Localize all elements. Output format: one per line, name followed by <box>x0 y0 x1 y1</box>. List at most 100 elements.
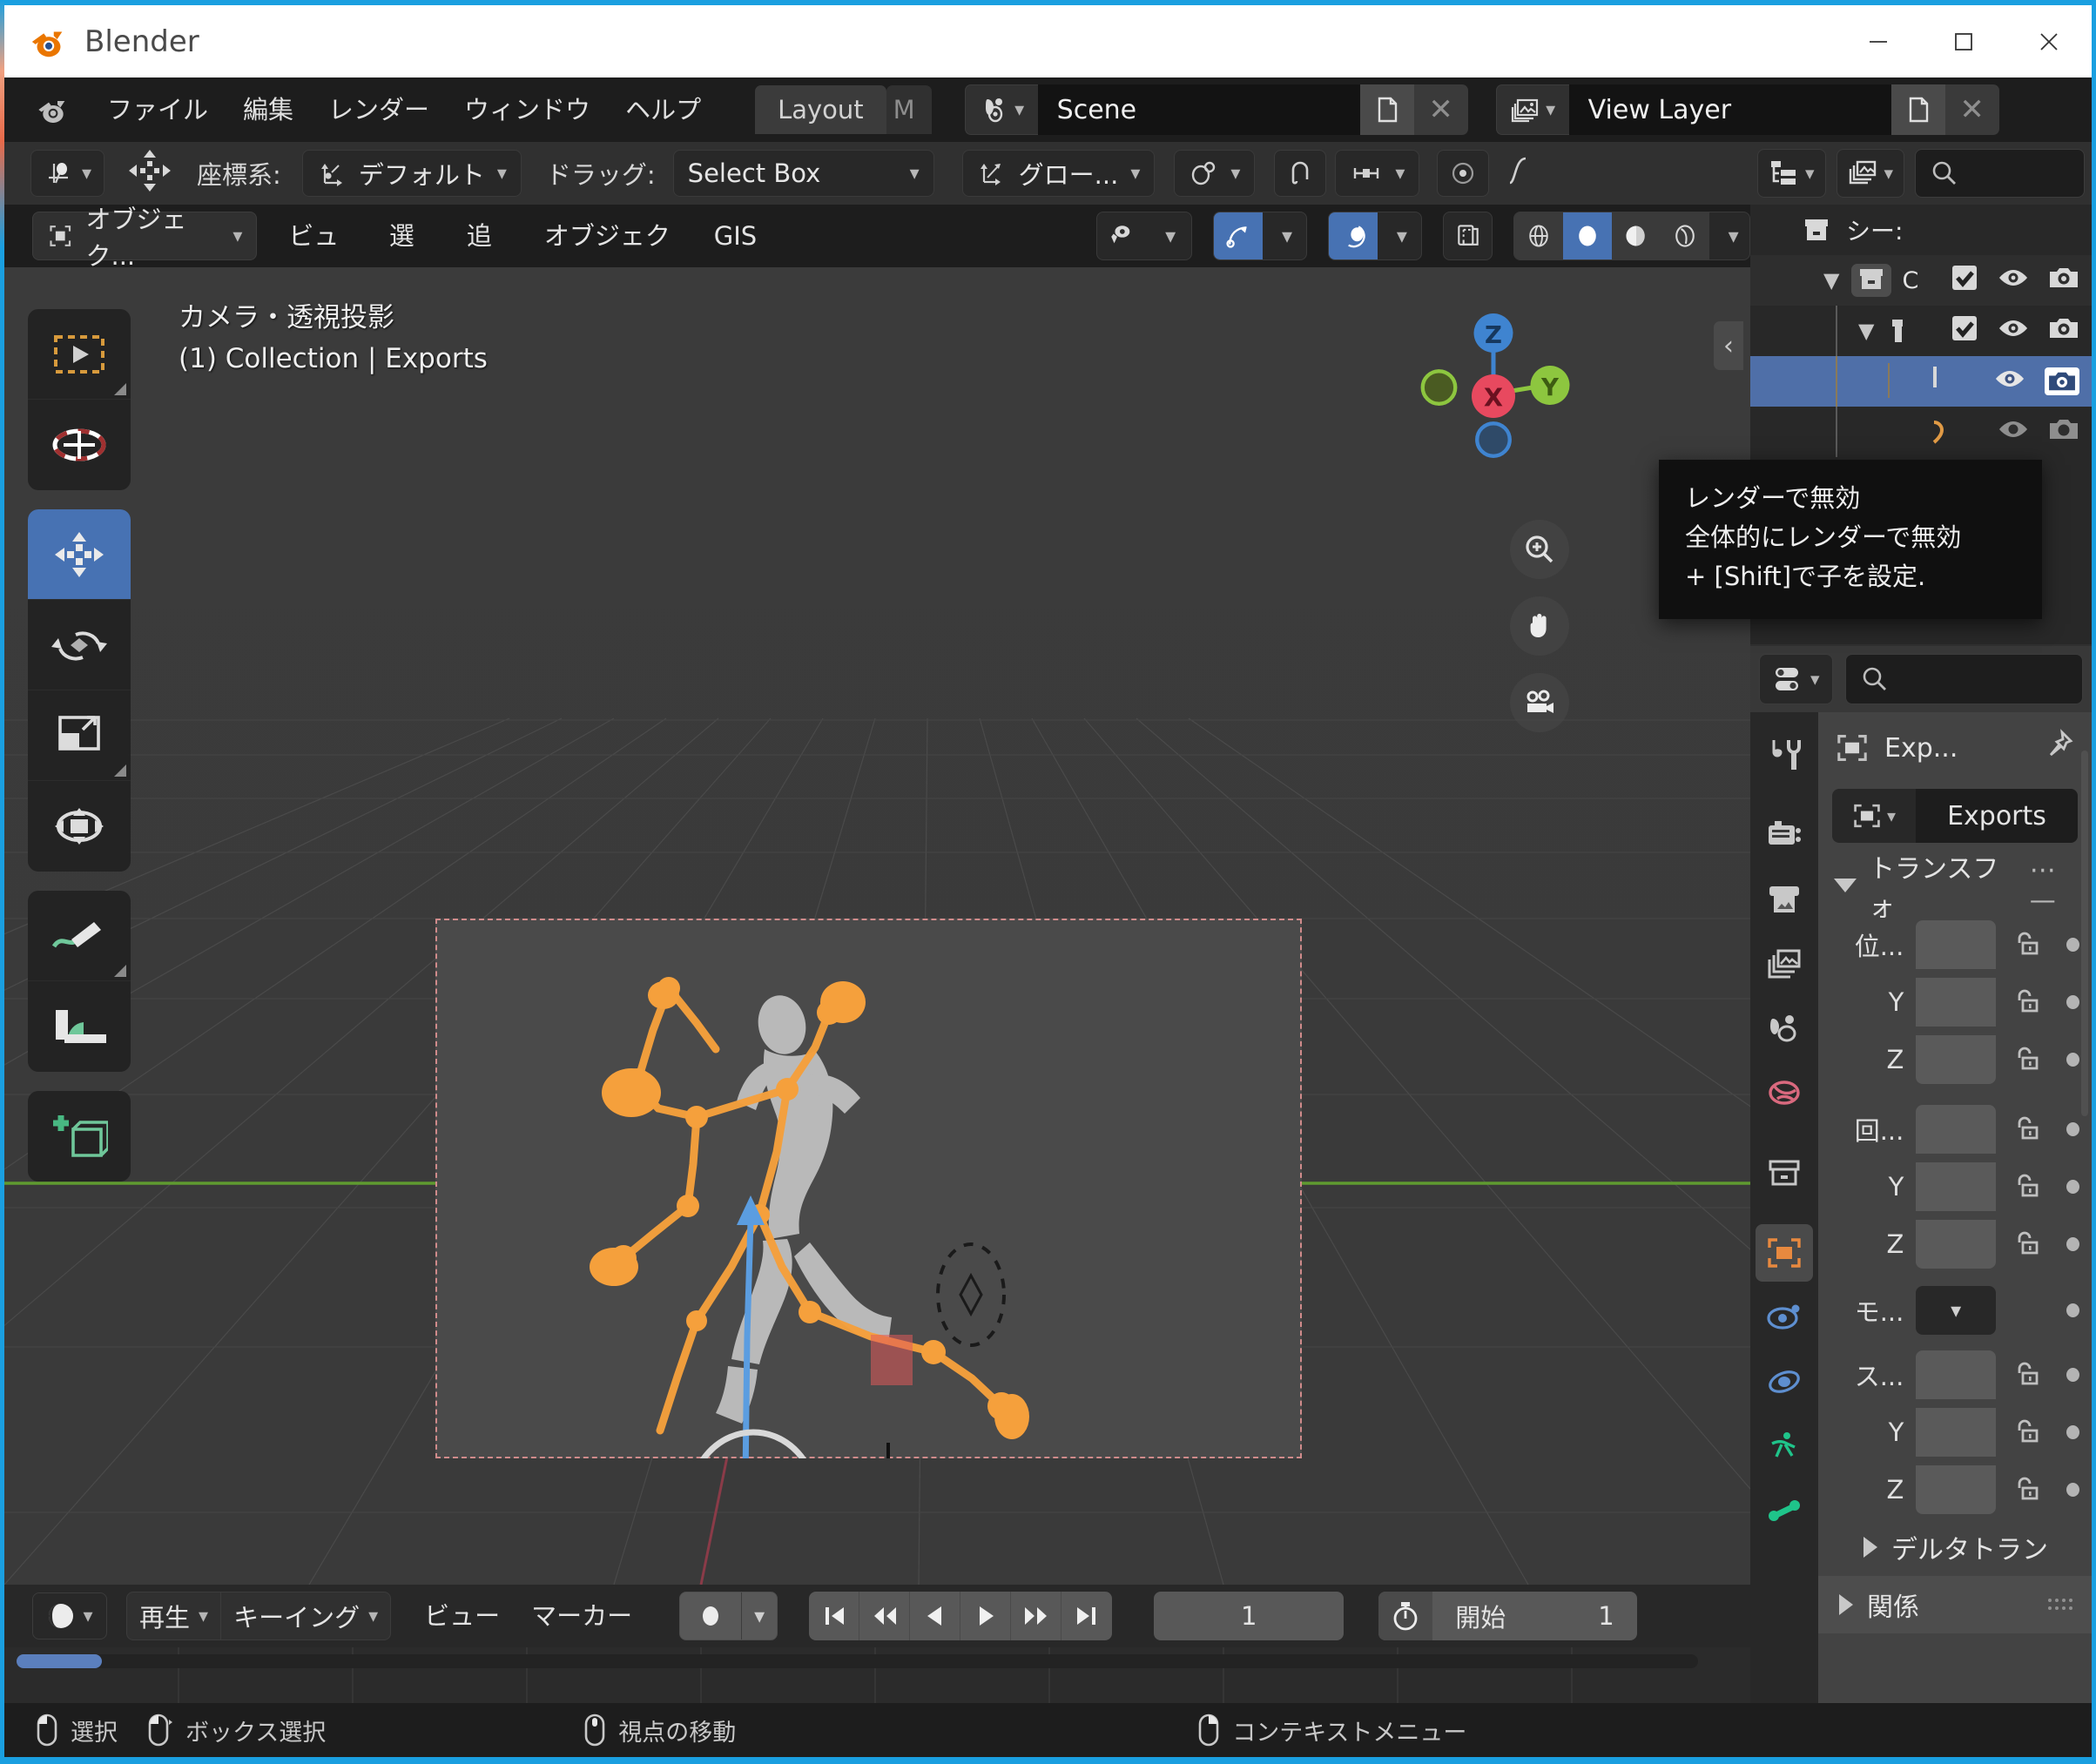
3d-viewport[interactable]: カメラ・透視投影 (1) Collection | Exports Z X Y … <box>4 267 1750 1585</box>
timeline-editor-type-button[interactable]: ▾ <box>32 1592 107 1639</box>
rotate-tool[interactable] <box>28 600 131 690</box>
transform-row-location-z[interactable]: Z <box>1818 1031 2092 1088</box>
outliner-row-scene-collection[interactable]: シー: <box>1750 205 2092 255</box>
xray-icon[interactable] <box>1444 212 1492 259</box>
disclosure-triangle-icon[interactable] <box>1834 879 1857 892</box>
visibility-icon[interactable] <box>1097 212 1146 259</box>
timeline-scrollbar-handle[interactable] <box>17 1654 102 1668</box>
physics-tab[interactable] <box>1756 1353 1813 1411</box>
proportional-edit-button[interactable] <box>1437 150 1490 197</box>
relations-panel-header[interactable]: 関係 <box>1818 1576 2092 1633</box>
location-y-field[interactable] <box>1916 978 1996 1027</box>
proportional-falloff-icon[interactable] <box>1503 153 1533 194</box>
outliner-filter-dropdown[interactable]: ▾ <box>1836 149 1905 198</box>
menu-help[interactable]: ヘルプ <box>608 87 718 132</box>
outliner-row-extra[interactable] <box>1750 407 2092 457</box>
timeline-menu-marker[interactable]: マーカー <box>516 1593 648 1639</box>
workspace-tab-modeling[interactable]: M <box>886 85 932 134</box>
proportional-dropdown[interactable]: ▾ <box>1335 150 1420 197</box>
disclosure-triangle-right-icon[interactable] <box>1839 1594 1853 1615</box>
new-scene-button[interactable] <box>1359 84 1414 135</box>
transform-panel-header[interactable]: トランスフォ ⋯— <box>1818 854 2092 923</box>
new-viewlayer-button[interactable] <box>1890 84 1945 135</box>
drag-dropdown[interactable]: Select Box ▾ <box>672 150 934 197</box>
xray-toggle[interactable] <box>1442 212 1493 260</box>
timeline-strip[interactable] <box>4 1647 1750 1703</box>
outliner-row-armature[interactable]: ▼ <box>1750 306 2092 407</box>
snap-mode-button[interactable]: ▾ <box>30 150 105 197</box>
eye-icon[interactable] <box>1998 266 2029 296</box>
show-overlays-toggle[interactable] <box>1328 212 1378 259</box>
location-z-field[interactable] <box>1916 1035 1996 1084</box>
tool-expand-corner[interactable] <box>114 965 126 977</box>
shading-mode-group[interactable]: ▾ <box>1513 212 1750 260</box>
transform-row-rotation-y[interactable]: Y <box>1818 1158 2092 1215</box>
menu-edit[interactable]: 編集 <box>226 87 311 132</box>
workspace-tab-layout[interactable]: Layout <box>755 85 886 134</box>
outliner-row-collection[interactable]: ▼ C <box>1750 255 2092 306</box>
gizmo-toggle-group[interactable]: ▾ <box>1212 212 1307 260</box>
transform-row-rotation-x[interactable]: 回... <box>1818 1101 2092 1158</box>
tweak-select-tool[interactable] <box>28 309 131 400</box>
prev-keyframe-button[interactable] <box>859 1592 911 1640</box>
transform-row-location-y[interactable]: Y <box>1818 973 2092 1031</box>
outliner-display-mode-dropdown[interactable]: ▾ <box>1757 149 1826 198</box>
annotate-tool[interactable] <box>28 891 131 981</box>
collection-tab[interactable] <box>1756 1144 1813 1202</box>
sidebar-collapse-button[interactable]: ‹ <box>1714 321 1743 370</box>
viewport-menu-select[interactable]: 選択 <box>374 213 451 296</box>
camera-icon[interactable] <box>2048 315 2079 347</box>
solid-shading-icon[interactable] <box>1562 212 1612 259</box>
viewlayer-icon[interactable]: ▾ <box>1495 84 1569 135</box>
object-constraints-tab[interactable] <box>1756 1417 1813 1475</box>
pan-hand-icon[interactable] <box>1510 596 1569 656</box>
scale-x-field[interactable] <box>1916 1350 1996 1399</box>
menu-file[interactable]: ファイル <box>90 87 226 132</box>
transform-tool[interactable] <box>28 781 131 872</box>
unlink-viewlayer-button[interactable]: ✕ <box>1944 84 1999 135</box>
animate-dot[interactable] <box>2066 1180 2079 1194</box>
scene-name-field[interactable]: Scene <box>1037 84 1360 135</box>
lock-icon[interactable] <box>2008 1418 2044 1446</box>
snap-toggle-button[interactable] <box>1274 150 1327 197</box>
transform-row-rotation-z[interactable]: Z <box>1818 1215 2092 1273</box>
tool-expand-corner[interactable] <box>114 764 126 777</box>
animate-dot[interactable] <box>2066 1425 2079 1439</box>
maximize-button[interactable] <box>1921 5 2006 77</box>
jump-to-start-button[interactable] <box>809 1592 860 1640</box>
scale-tool[interactable] <box>28 690 131 781</box>
lock-icon[interactable] <box>2008 988 2044 1016</box>
scale-y-field[interactable] <box>1916 1408 1996 1457</box>
orientation-dropdown[interactable]: デフォルト ▾ <box>301 150 522 197</box>
rotation-y-field[interactable] <box>1916 1162 1996 1211</box>
properties-editor-type-button[interactable]: ▾ <box>1759 654 1833 704</box>
transform-row-scale-z[interactable]: Z <box>1818 1461 2092 1518</box>
rotation-x-field[interactable] <box>1916 1105 1996 1154</box>
disclosure-triangle-icon[interactable]: ▼ <box>1823 268 1839 293</box>
disclosure-triangle-right-icon[interactable] <box>1863 1537 1877 1558</box>
animate-dot[interactable] <box>2066 1303 2079 1317</box>
chevron-down-icon[interactable]: ▾ <box>1146 212 1191 259</box>
outliner-row-selected[interactable] <box>1750 356 2092 407</box>
camera-icon[interactable] <box>2048 416 2079 448</box>
object-browse-button[interactable]: ▾ <box>1832 789 1916 843</box>
move-tool[interactable] <box>28 509 131 600</box>
add-cube-tool[interactable] <box>28 1091 131 1182</box>
object-tab[interactable] <box>1756 1224 1813 1282</box>
animate-dot[interactable] <box>2066 1122 2079 1136</box>
lock-icon[interactable] <box>2008 1476 2044 1504</box>
lock-icon[interactable] <box>2008 1115 2044 1143</box>
tool-expand-corner[interactable] <box>114 383 126 395</box>
cursor-tool[interactable] <box>28 400 131 490</box>
measure-tool[interactable] <box>28 981 131 1072</box>
lock-icon[interactable] <box>2008 931 2044 959</box>
wireframe-shading-icon[interactable] <box>1513 212 1563 259</box>
scene-tab[interactable] <box>1756 1000 1813 1057</box>
timeline-menu-view[interactable]: ビュー <box>408 1593 516 1639</box>
location-x-field[interactable] <box>1916 920 1996 969</box>
transform-row-scale-y[interactable]: Y <box>1818 1404 2092 1461</box>
rotation-mode-dropdown[interactable]: ▾ <box>1916 1286 1996 1335</box>
pin-icon[interactable] <box>2043 729 2074 767</box>
eye-icon[interactable] <box>1998 417 2029 448</box>
checkbox-icon[interactable] <box>1951 264 1978 298</box>
